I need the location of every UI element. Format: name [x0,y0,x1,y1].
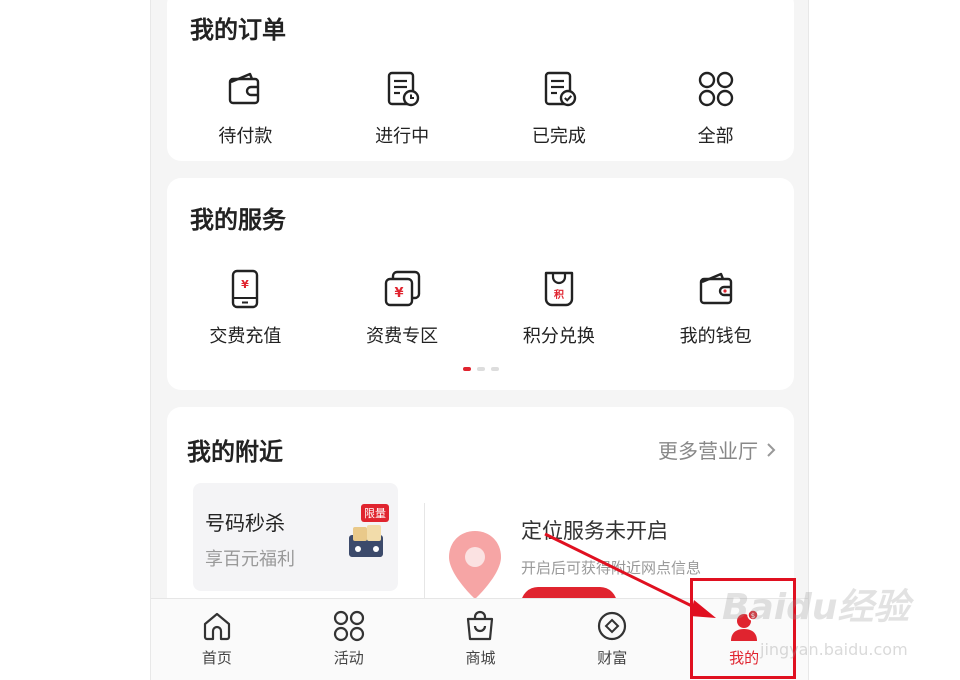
doc-check-icon [544,71,577,107]
service-tariff-zone[interactable]: ¥ 资费专区 [324,268,481,348]
order-pending-payment[interactable]: 待付款 [167,68,324,148]
watermark-url: jingyan.baidu.com [760,640,908,659]
yen-cards-icon: ¥ [384,270,421,307]
gift-box-icon [349,525,383,557]
service-tariff-label: 资费专区 [366,326,439,347]
carousel-pager [167,367,794,371]
points-bag-icon: 积 [544,271,574,307]
svg-text:积: 积 [554,288,564,301]
service-my-wallet[interactable]: 我的钱包 [637,268,794,348]
order-in-progress-label: 进行中 [375,126,430,147]
tab-activities-label: 活动 [333,649,364,667]
location-subtitle: 开启后可获得附近网点信息 [521,559,702,577]
more-stores-label: 更多营业厅 [658,439,758,463]
tab-mall[interactable]: 商城 [415,599,547,680]
order-in-progress[interactable]: 进行中 [324,68,481,148]
location-title: 定位服务未开启 [521,519,668,543]
shopping-bag-icon [467,610,494,641]
promo-title: 号码秒杀 [205,511,285,535]
pager-dot[interactable] [476,367,485,371]
order-all-label: 全部 [697,126,734,147]
tab-home[interactable]: 首页 [151,599,283,680]
wallet-icon [229,72,260,105]
orders-title: 我的订单 [190,16,286,44]
tab-wealth-label: 财富 [597,649,628,667]
pager-dot[interactable] [490,367,499,371]
doc-clock-icon [387,71,420,107]
location-pin-icon [449,531,501,599]
wallet-icon [699,272,732,305]
grid-icon [333,610,364,642]
order-completed-label: 已完成 [531,126,586,147]
grid-icon [698,71,733,107]
promo-subtitle: 享百元福利 [205,549,295,570]
service-points-label: 积分兑换 [522,326,595,347]
service-top-up[interactable]: ¥ 交费充值 [167,268,324,348]
orders-card: 我的订单 待付款 进行中 已完成 全部 [167,0,794,161]
coin-icon [598,611,627,641]
order-pending-label: 待付款 [218,126,273,147]
tab-mall-label: 商城 [465,649,496,667]
tab-wealth[interactable]: 财富 [546,599,678,680]
limited-badge: 限量 [361,504,389,522]
service-top-up-label: 交费充值 [209,326,282,347]
tab-activities[interactable]: 活动 [283,599,415,680]
tab-home-label: 首页 [201,649,232,667]
services-title: 我的服务 [190,206,286,234]
watermark-logo: Baidu经验 [722,587,910,628]
promo-card[interactable]: 号码秒杀 享百元福利 限量 [193,483,398,591]
nearby-title: 我的附近 [187,438,283,466]
service-wallet-label: 我的钱包 [679,326,752,347]
service-points-exchange[interactable]: 积 积分兑换 [481,268,638,348]
chevron-right-icon [767,442,776,457]
services-card: 我的服务 ¥ 交费充值 ¥ 资费专区 积 积分兑换 我的钱包 [167,178,794,390]
svg-text:¥: ¥ [395,286,404,301]
phone-yen-icon: ¥ [232,269,259,309]
more-stores-link[interactable]: 更多营业厅 [658,435,776,464]
home-icon [203,612,230,641]
pager-dot-active[interactable] [462,367,471,371]
order-completed[interactable]: 已完成 [481,68,638,148]
svg-text:¥: ¥ [242,278,250,291]
order-all[interactable]: 全部 [637,68,794,148]
